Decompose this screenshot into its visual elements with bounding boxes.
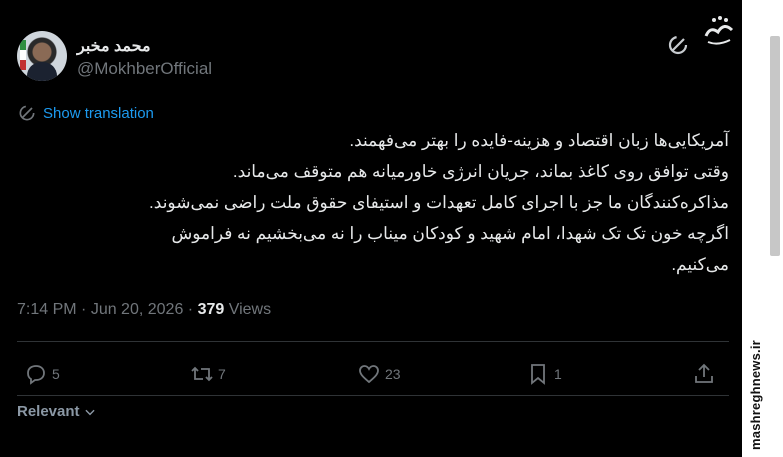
grok-icon[interactable] xyxy=(666,33,690,57)
action-bar: 5 7 23 1 xyxy=(0,359,783,389)
tweet-line: اگرچه خون تک تک شهدا، امام شهید و کودکان… xyxy=(171,224,729,243)
share-icon xyxy=(695,363,713,383)
author-display-name[interactable]: محمد مخبر xyxy=(77,36,151,56)
divider xyxy=(17,395,729,396)
reply-button[interactable]: 5 xyxy=(24,359,60,389)
like-count: 23 xyxy=(385,366,401,382)
tweet-date[interactable]: Jun 20, 2026 xyxy=(91,301,184,318)
tweet-line: می‌کنیم. xyxy=(671,255,729,274)
chevron-down-icon xyxy=(84,409,95,415)
bookmark-button[interactable]: 1 xyxy=(526,359,562,389)
views-label: Views xyxy=(228,301,272,318)
views-count: 379 xyxy=(197,301,225,318)
tweet-line: مذاکره‌کنندگان ما جز با اجرای کامل تعهدا… xyxy=(149,193,729,212)
divider xyxy=(17,341,729,342)
scrollbar[interactable] xyxy=(770,36,780,256)
repost-button[interactable]: 7 xyxy=(190,359,226,389)
show-translation-label[interactable]: Show translation xyxy=(43,105,154,122)
replies-sort-dropdown[interactable]: Relevant xyxy=(17,403,97,420)
repost-count: 7 xyxy=(218,366,226,382)
repost-icon xyxy=(191,366,213,382)
replies-sort-label[interactable]: Relevant xyxy=(17,403,80,420)
share-button[interactable] xyxy=(692,359,716,389)
author-avatar[interactable] xyxy=(17,31,67,81)
bookmark-icon xyxy=(531,364,545,385)
reply-icon xyxy=(27,365,45,385)
globe-icon xyxy=(19,105,35,121)
tweet-text: آمریکایی‌ها زبان اقتصاد و هزینه-فایده را… xyxy=(17,125,729,280)
mashregh-logo xyxy=(704,16,734,45)
tweet-time[interactable]: 7:14 PM xyxy=(17,301,77,318)
tweet-meta: 7:14 PM · Jun 20, 2026 · 379 Views xyxy=(17,301,272,318)
author-handle[interactable]: @MokhberOfficial xyxy=(77,59,212,79)
like-button[interactable]: 23 xyxy=(357,359,401,389)
heart-icon xyxy=(359,365,379,384)
reply-count: 5 xyxy=(52,366,60,382)
tweet-line: آمریکایی‌ها زبان اقتصاد و هزینه-فایده را… xyxy=(349,131,729,150)
bookmark-count: 1 xyxy=(554,366,562,382)
iran-flag-icon xyxy=(20,40,26,70)
tweet-line: وقتی توافق روی کاغذ بماند، جریان انرژی خ… xyxy=(232,162,729,181)
show-translation-link[interactable]: Show translation xyxy=(17,102,154,124)
